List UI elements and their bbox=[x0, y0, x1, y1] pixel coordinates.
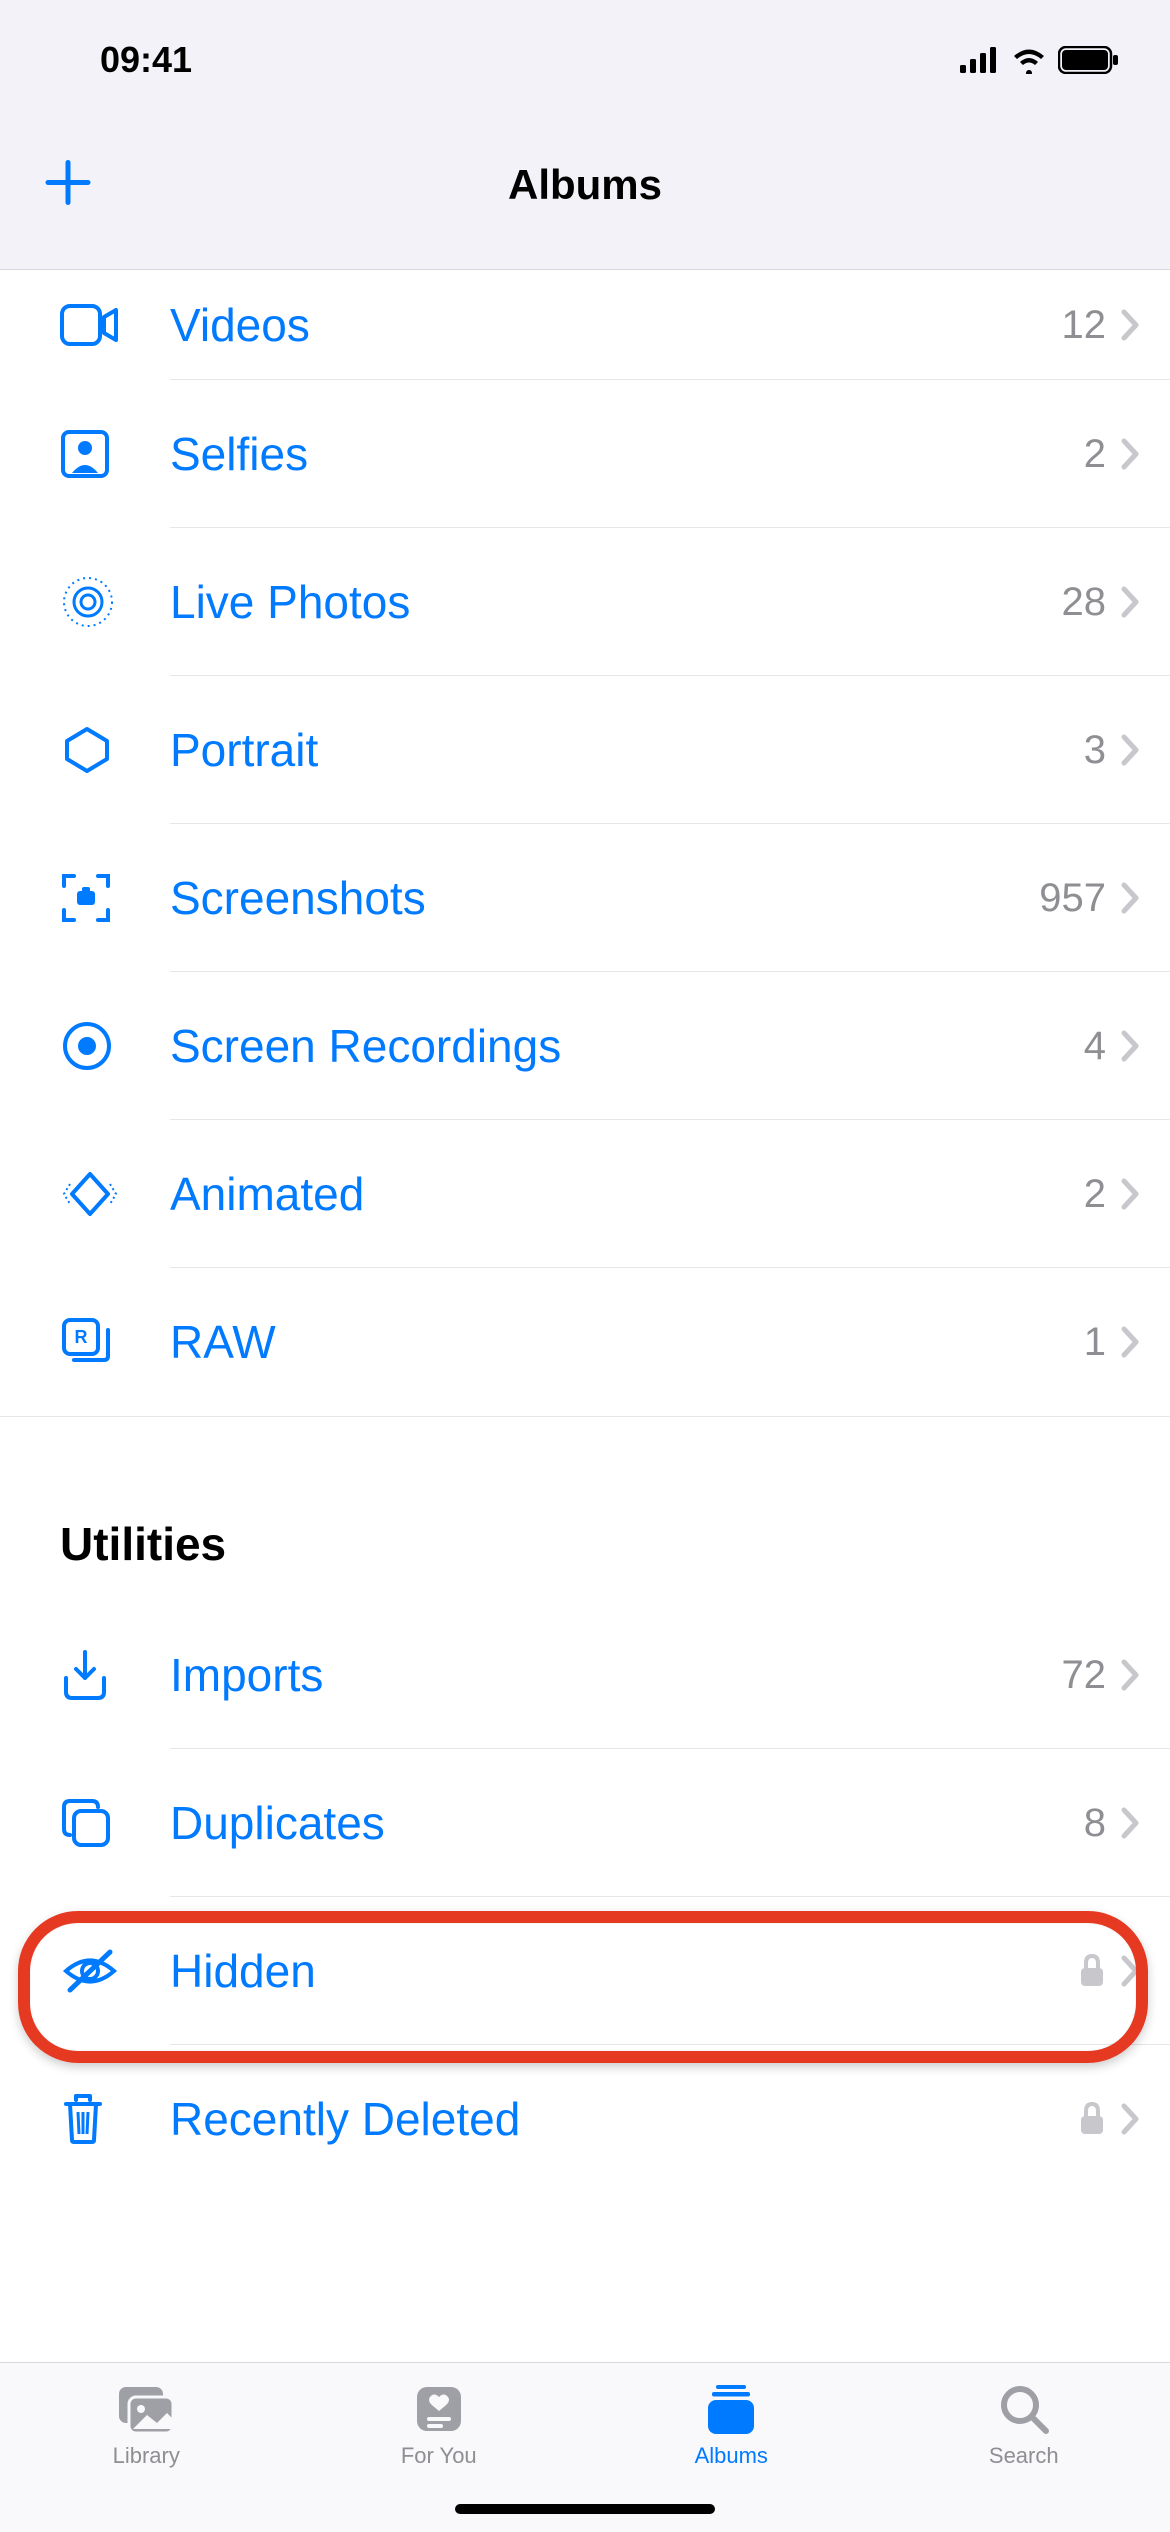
row-count: 4 bbox=[1084, 1024, 1106, 1069]
tab-label: Library bbox=[113, 2443, 180, 2469]
portrait-icon bbox=[60, 723, 170, 777]
cellular-icon bbox=[960, 47, 1000, 73]
utilities-header: Utilities bbox=[0, 1416, 1170, 1601]
row-label: Recently Deleted bbox=[170, 2092, 1078, 2146]
tab-for-you[interactable]: For You bbox=[293, 2381, 586, 2469]
chevron-right-icon bbox=[1120, 308, 1140, 342]
row-imports[interactable]: Imports 72 bbox=[0, 1601, 1170, 1749]
row-count: 28 bbox=[1062, 580, 1107, 625]
screen-recordings-icon bbox=[60, 1019, 170, 1073]
row-screen-recordings[interactable]: Screen Recordings 4 bbox=[0, 972, 1170, 1120]
row-count: 1 bbox=[1084, 1320, 1106, 1365]
row-count: 2 bbox=[1084, 1172, 1106, 1217]
nav-bar: Albums bbox=[0, 100, 1170, 270]
battery-icon bbox=[1058, 46, 1120, 74]
live-photos-icon bbox=[60, 574, 170, 630]
tab-search[interactable]: Search bbox=[878, 2381, 1170, 2469]
row-count: 2 bbox=[1084, 432, 1106, 477]
section-title: Utilities bbox=[60, 1517, 1110, 1571]
row-duplicates[interactable]: Duplicates 8 bbox=[0, 1749, 1170, 1897]
row-count: 72 bbox=[1062, 1653, 1107, 1698]
wifi-icon bbox=[1010, 46, 1048, 74]
row-label: Imports bbox=[170, 1648, 1062, 1702]
search-icon bbox=[996, 2381, 1052, 2437]
row-recently-deleted[interactable]: Recently Deleted bbox=[0, 2045, 1170, 2193]
for-you-icon bbox=[411, 2381, 467, 2437]
row-label: Animated bbox=[170, 1167, 1084, 1221]
row-label: Live Photos bbox=[170, 575, 1062, 629]
home-indicator[interactable] bbox=[455, 2504, 715, 2514]
chevron-right-icon bbox=[1120, 2102, 1140, 2136]
row-label: Hidden bbox=[170, 1944, 1078, 1998]
row-animated[interactable]: Animated 2 bbox=[0, 1120, 1170, 1268]
content: Videos 12 Selfies 2 Live Photos 28 Portr… bbox=[0, 270, 1170, 2362]
row-count: 957 bbox=[1039, 876, 1106, 921]
tab-label: Search bbox=[989, 2443, 1059, 2469]
chevron-right-icon bbox=[1120, 1658, 1140, 1692]
hidden-icon bbox=[60, 1948, 170, 1994]
chevron-right-icon bbox=[1120, 1177, 1140, 1211]
status-bar: 09:41 bbox=[0, 0, 1170, 100]
status-time: 09:41 bbox=[100, 39, 192, 81]
row-label: Selfies bbox=[170, 427, 1084, 481]
lock-icon bbox=[1078, 2101, 1106, 2137]
library-icon bbox=[113, 2381, 179, 2437]
svg-text:R: R bbox=[75, 1327, 88, 1347]
page-title: Albums bbox=[508, 161, 662, 209]
duplicates-icon bbox=[60, 1797, 170, 1849]
row-count: 8 bbox=[1084, 1801, 1106, 1846]
albums-icon bbox=[702, 2381, 760, 2437]
chevron-right-icon bbox=[1120, 1806, 1140, 1840]
row-videos[interactable]: Videos 12 bbox=[0, 270, 1170, 380]
row-raw[interactable]: R RAW 1 bbox=[0, 1268, 1170, 1416]
chevron-right-icon bbox=[1120, 585, 1140, 619]
tab-library[interactable]: Library bbox=[0, 2381, 293, 2469]
chevron-right-icon bbox=[1120, 881, 1140, 915]
tab-label: For You bbox=[401, 2443, 477, 2469]
tab-label: Albums bbox=[695, 2443, 768, 2469]
trash-icon bbox=[60, 2092, 170, 2146]
chevron-right-icon bbox=[1120, 733, 1140, 767]
animated-icon bbox=[60, 1168, 170, 1220]
raw-icon: R bbox=[60, 1316, 170, 1368]
screenshots-icon bbox=[60, 872, 170, 924]
row-label: RAW bbox=[170, 1315, 1084, 1369]
tab-albums[interactable]: Albums bbox=[585, 2381, 878, 2469]
row-portrait[interactable]: Portrait 3 bbox=[0, 676, 1170, 824]
row-label: Screenshots bbox=[170, 871, 1039, 925]
row-hidden[interactable]: Hidden bbox=[0, 1897, 1170, 2045]
chevron-right-icon bbox=[1120, 1029, 1140, 1063]
video-icon bbox=[60, 304, 170, 346]
chevron-right-icon bbox=[1120, 1325, 1140, 1359]
row-count: 3 bbox=[1084, 728, 1106, 773]
status-icons bbox=[960, 46, 1120, 74]
lock-icon bbox=[1078, 1953, 1106, 1989]
row-live-photos[interactable]: Live Photos 28 bbox=[0, 528, 1170, 676]
chevron-right-icon bbox=[1120, 437, 1140, 471]
row-label: Videos bbox=[170, 298, 1062, 352]
row-selfies[interactable]: Selfies 2 bbox=[0, 380, 1170, 528]
row-label: Screen Recordings bbox=[170, 1019, 1084, 1073]
add-button[interactable] bbox=[40, 154, 96, 215]
row-count: 12 bbox=[1062, 303, 1107, 348]
row-screenshots[interactable]: Screenshots 957 bbox=[0, 824, 1170, 972]
imports-icon bbox=[60, 1648, 170, 1702]
chevron-right-icon bbox=[1120, 1954, 1140, 1988]
row-label: Portrait bbox=[170, 723, 1084, 777]
row-label: Duplicates bbox=[170, 1796, 1084, 1850]
selfies-icon bbox=[60, 429, 170, 479]
